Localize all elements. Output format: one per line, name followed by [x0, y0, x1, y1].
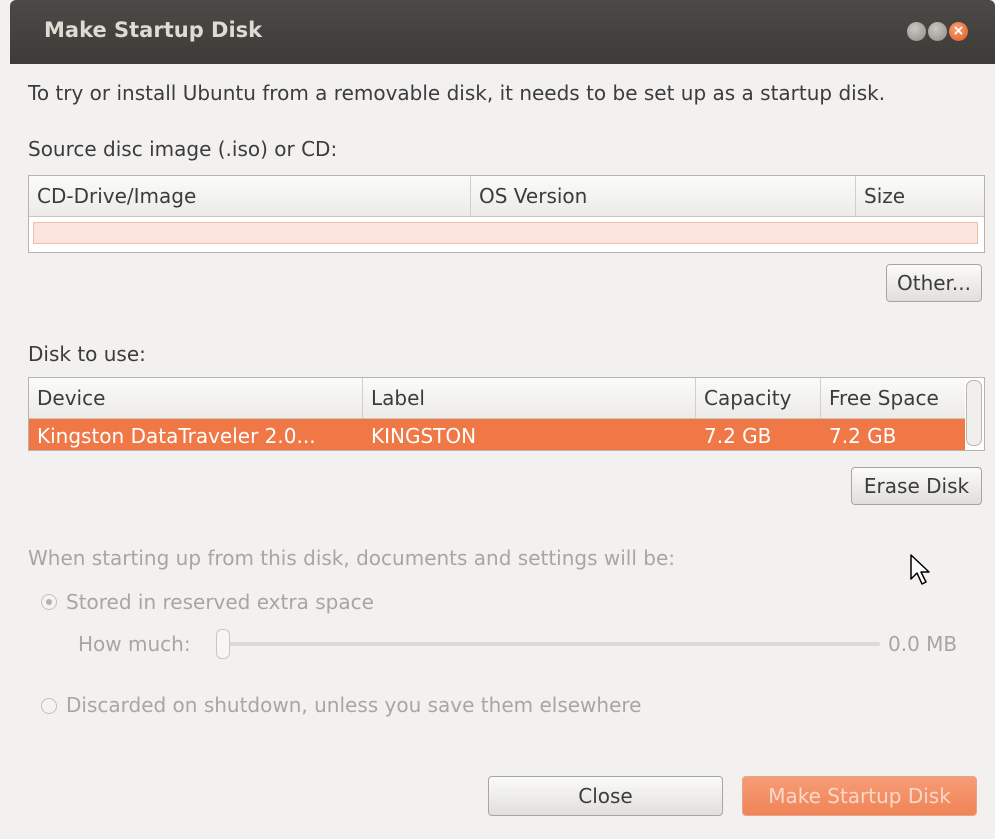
source-table-header: CD-Drive/Image OS Version Size [29, 176, 984, 217]
disk-row-selected[interactable]: Kingston DataTraveler 2.0... KINGSTON 7.… [29, 419, 965, 450]
disk-device-cell: Kingston DataTraveler 2.0... [37, 424, 316, 448]
column-os-version[interactable]: OS Version [471, 176, 856, 216]
source-empty-row[interactable] [33, 222, 978, 244]
minimize-button[interactable] [907, 22, 926, 41]
window-title: Make Startup Disk [44, 18, 263, 42]
disk-table-scrollbar[interactable] [966, 380, 982, 446]
erase-disk-button[interactable]: Erase Disk [851, 467, 982, 505]
close-button[interactable]: Close [488, 776, 723, 816]
column-free-space[interactable]: Free Space [821, 378, 965, 418]
discarded-radio[interactable] [41, 698, 57, 714]
disk-table[interactable]: Device Label Capacity Free Space Kingsto… [28, 377, 985, 451]
disk-table-header: Device Label Capacity Free Space [29, 378, 965, 419]
column-cd-drive-image[interactable]: CD-Drive/Image [29, 176, 471, 216]
discarded-option-label[interactable]: Discarded on shutdown, unless you save t… [66, 693, 641, 717]
make-startup-disk-window: Make Startup Disk × To try or install Ub… [0, 0, 995, 839]
disk-free-cell: 7.2 GB [829, 424, 897, 448]
how-much-label: How much: [78, 632, 191, 656]
dialog-content: To try or install Ubuntu from a removabl… [10, 64, 995, 839]
persistence-heading: When starting up from this disk, documen… [28, 546, 676, 570]
maximize-button[interactable] [928, 22, 947, 41]
size-slider-track[interactable] [220, 642, 880, 646]
other-button[interactable]: Other... [886, 264, 982, 302]
size-value: 0.0 MB [888, 632, 958, 656]
make-startup-disk-button[interactable]: Make Startup Disk [742, 776, 977, 816]
disk-label: Disk to use: [28, 342, 146, 366]
source-table[interactable]: CD-Drive/Image OS Version Size [28, 175, 985, 253]
stored-radio[interactable] [41, 594, 57, 610]
source-label: Source disc image (.iso) or CD: [28, 137, 338, 161]
intro-text: To try or install Ubuntu from a removabl… [28, 81, 886, 105]
stored-option-label[interactable]: Stored in reserved extra space [66, 590, 374, 614]
column-capacity[interactable]: Capacity [696, 378, 821, 418]
size-slider-thumb[interactable] [216, 629, 230, 659]
close-window-button[interactable]: × [949, 22, 968, 41]
disk-label-cell: KINGSTON [371, 424, 477, 448]
column-label[interactable]: Label [363, 378, 696, 418]
mouse-pointer-icon [910, 554, 930, 585]
column-device[interactable]: Device [29, 378, 363, 418]
column-size[interactable]: Size [856, 176, 984, 216]
disk-capacity-cell: 7.2 GB [704, 424, 772, 448]
title-bar[interactable]: Make Startup Disk × [10, 0, 995, 64]
